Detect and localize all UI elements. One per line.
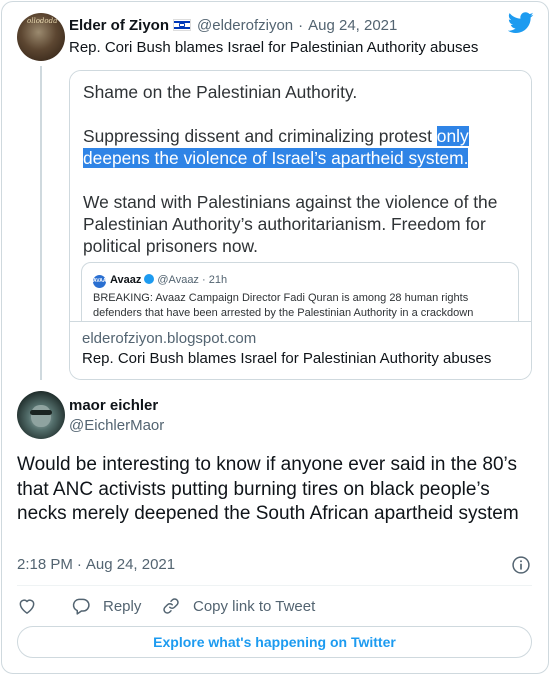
quoted-separator: · <box>202 274 206 286</box>
screenshot-paragraph-1: Shame on the Palestinian Authority. <box>83 82 358 102</box>
avaaz-avatar: AVAAZ <box>93 275 109 288</box>
quoted-author-name: Avaaz <box>110 274 142 286</box>
tweet-date: Aug 24, 2021 <box>85 556 176 573</box>
author-handle[interactable]: @EichlerMaor <box>69 416 164 436</box>
highlighted-text-a: only <box>436 126 469 146</box>
action-divider <box>17 585 532 586</box>
author-name[interactable]: maor eichler <box>69 396 158 416</box>
screenshot-paragraph-2: Suppressing dissent and criminalizing pr… <box>83 125 523 169</box>
parent-author-avatar[interactable]: ollododa <box>17 13 65 61</box>
header-separator: · <box>298 17 304 34</box>
parent-tweet-date[interactable]: Aug 24, 2021 <box>308 17 397 34</box>
twitter-bird-icon[interactable] <box>508 12 534 34</box>
copy-link-button[interactable]: Copy link to Tweet <box>161 594 315 618</box>
parent-tweet-text: Rep. Cori Bush blames Israel for Palesti… <box>69 39 479 56</box>
thread-connector-line <box>40 66 42 380</box>
author-avatar[interactable] <box>17 391 65 439</box>
link-title: Rep. Cori Bush blames Israel for Palesti… <box>82 350 492 367</box>
explore-twitter-button[interactable]: Explore what's happening on Twitter <box>17 626 532 658</box>
link-preview-card[interactable]: Shame on the Palestinian Authority. Supp… <box>69 70 532 380</box>
reply-icon <box>72 598 90 615</box>
timestamp-separator: · <box>76 556 82 573</box>
link-icon <box>163 598 179 614</box>
copy-link-label: Copy link to Tweet <box>193 597 316 615</box>
screenshot-text: Shame on the Palestinian Authority. Supp… <box>83 81 523 279</box>
tweet-time: 2:18 PM <box>17 556 73 573</box>
israel-flag-icon <box>173 19 192 31</box>
screenshot-paragraph-2-plain: Suppressing dissent and criminalizing pr… <box>83 126 437 146</box>
quoted-tweet-header: Avaaz @Avaaz · 21h <box>110 272 227 288</box>
avatar-glasses <box>30 410 52 415</box>
reply-button[interactable]: Reply <box>71 594 141 618</box>
verified-badge-icon <box>144 274 155 284</box>
heart-icon <box>19 599 35 614</box>
link-domain: elderofziyon.blogspot.com <box>82 330 257 347</box>
quoted-time: 21h <box>208 274 228 286</box>
tweet-text: Would be interesting to know if anyone e… <box>17 454 519 524</box>
reply-label: Reply <box>103 597 142 615</box>
parent-author-name[interactable]: Elder of Ziyon <box>69 17 169 34</box>
quoted-author-handle: @Avaaz <box>157 274 199 286</box>
info-icon[interactable] <box>511 555 531 575</box>
parent-author-handle[interactable]: @elderofziyon <box>197 17 293 34</box>
highlighted-text-b: deepens the violence of Israel’s aparthe… <box>83 148 469 168</box>
tweet-timestamp[interactable]: 2:18 PM · Aug 24, 2021 <box>17 555 175 575</box>
embedded-tweet-screenshot: Shame on the Palestinian Authority. Supp… <box>70 71 531 332</box>
screenshot-paragraph-3: We stand with Palestinians against the v… <box>83 192 498 256</box>
parent-tweet-header: Elder of Ziyon @elderofziyon · Aug 24, 2021 <box>69 16 397 36</box>
avatar-face <box>31 405 51 427</box>
link-meta[interactable]: elderofziyon.blogspot.com Rep. Cori Bush… <box>70 321 531 379</box>
like-button[interactable] <box>17 594 37 618</box>
quoted-tweet-text: BREAKING: Avaaz Campaign Director Fadi Q… <box>93 292 474 319</box>
avatar-scribble-text: ollododa <box>27 17 58 25</box>
